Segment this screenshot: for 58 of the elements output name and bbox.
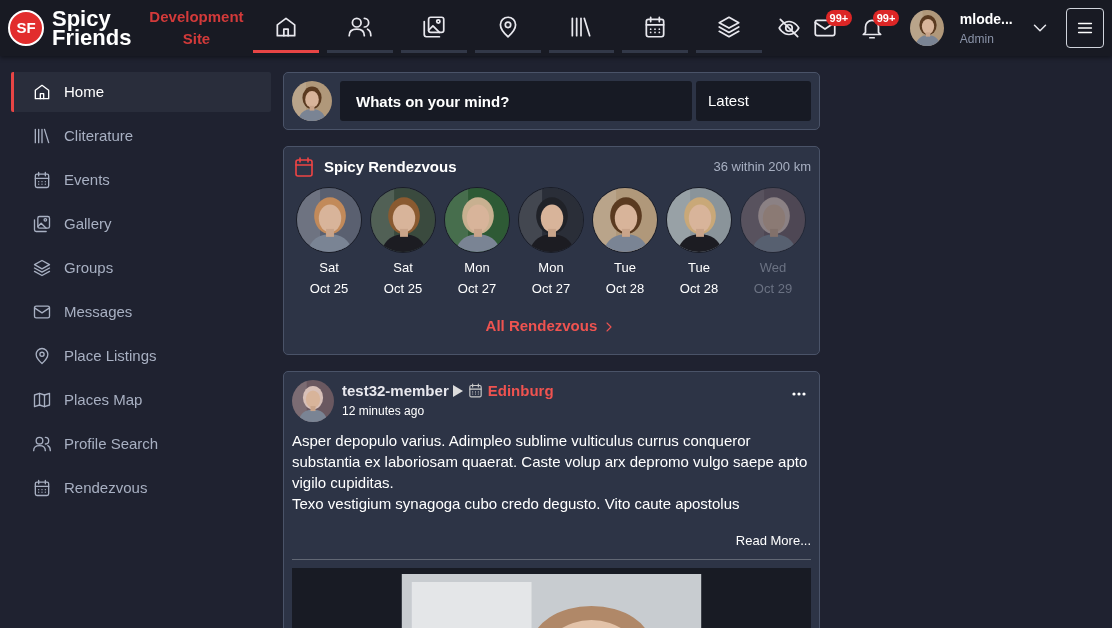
day-label: Sat [392,259,414,277]
date-label: Oct 29 [752,280,794,298]
count-badge: 99+ [872,10,900,26]
sidebar-item[interactable]: Places Map [11,380,271,420]
day-label: Mon [463,259,491,277]
calendar-icon [32,478,52,498]
day-label: Wed [758,259,788,277]
sidebar-item[interactable]: Gallery [11,204,271,244]
day-label: Sat [318,259,340,277]
sidebar-item[interactable]: Place Listings [11,336,271,376]
calendar-icon [32,170,52,190]
date-label: Oct 27 [456,280,498,298]
all-rendezvous-link[interactable]: All Rendezvous [485,317,618,334]
calendar-icon [292,155,316,179]
day-label: Mon [537,259,565,277]
sidebar-item[interactable]: Profile Search [11,424,271,464]
messages-button[interactable]: 99+ [811,8,855,48]
logo-mark[interactable]: SF [8,10,44,46]
sidebar-item[interactable]: Rendezvous [11,468,271,508]
user-role: Admin [959,30,995,48]
gallery-icon [32,214,52,234]
more-icon [792,391,806,396]
library-icon [32,126,52,146]
gallery-icon [420,13,447,40]
date-label: Oct 28 [678,280,720,298]
calendar-icon [466,382,484,400]
rendezvous-summary: 36 within 200 km [713,158,811,177]
date-label: Oct 28 [604,280,646,298]
home-icon [32,82,52,102]
post-text: Texo vestigium synagoga cubo credo degusto. Vito caute apostolus [292,493,741,514]
sidebar-item[interactable]: Home [11,72,271,112]
post-input-field[interactable]: Whats on your mind? [340,81,692,121]
people-icon [32,434,52,454]
date-label: Oct 25 [308,280,350,298]
play-icon [452,384,463,397]
map-icon [32,390,52,410]
layers-icon [32,258,52,278]
author-link[interactable]: test32-member [342,379,449,402]
day-label: Tue [613,259,637,277]
post-time: 12 minutes ago [342,403,426,420]
card-title: Spicy Rendezvous [324,156,457,177]
day-label: Tue [687,259,711,277]
count-badge: 99+ [825,10,853,26]
date-label: Oct 27 [530,280,572,298]
date-label: Oct 25 [382,280,424,298]
sidebar-item[interactable]: Messages [11,292,271,332]
brand-name: Friends [52,28,132,47]
sidebar-item[interactable]: Groups [11,248,271,288]
menu-button[interactable] [1066,8,1104,48]
event-link[interactable]: Edinburg [487,379,554,402]
site-label: Development Site [148,7,245,49]
sidebar-item[interactable]: Cliterature [11,116,271,156]
sidebar-item[interactable]: Events [11,160,271,200]
read-more-link[interactable]: Read More... [735,532,811,548]
user-name: mlode... [959,9,1013,29]
notifications-button[interactable]: 99+ [858,8,902,48]
post-text: Asper depopulo varius. Adimpleo sublime vulticulus currus conqueror substantia ex laboriosam quaerat. Caste volup arx depromo vulgo saepe apto vigilo cupiditas. [292,430,809,493]
sort-dropdown[interactable]: Latest [696,81,811,121]
